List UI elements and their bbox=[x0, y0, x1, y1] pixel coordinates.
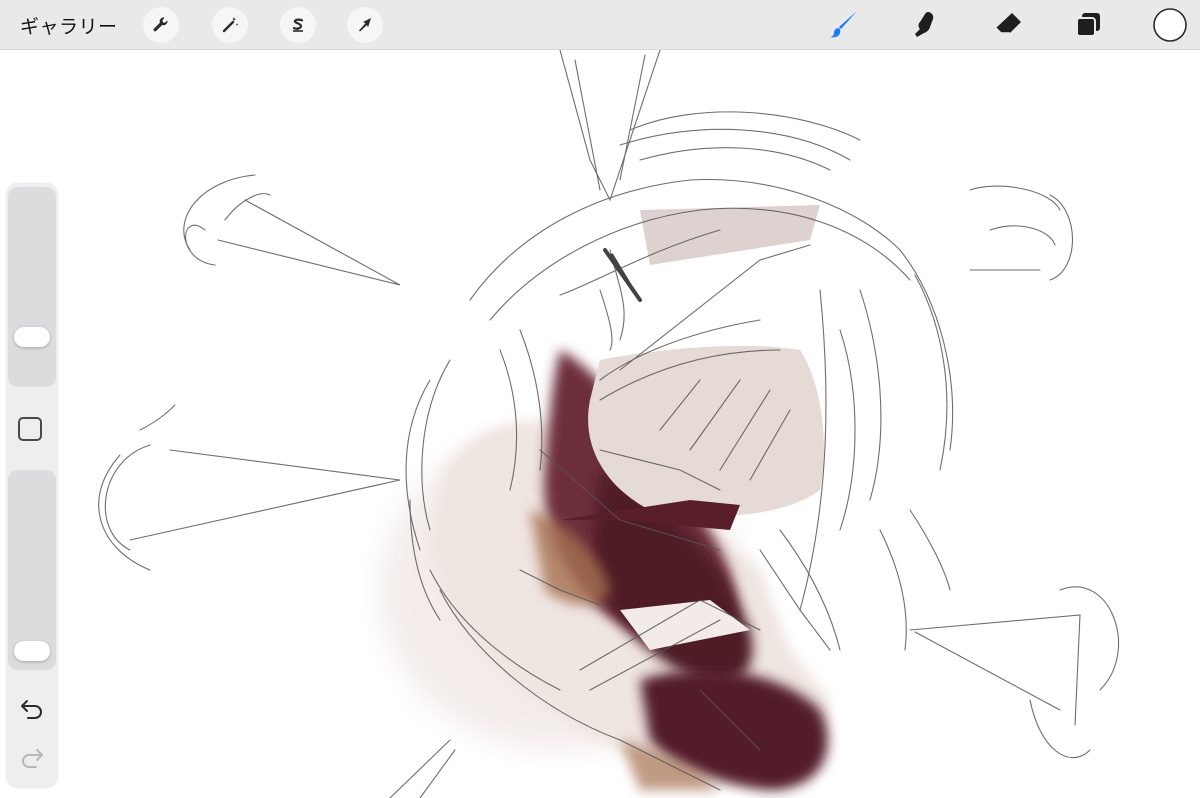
selection-button[interactable] bbox=[280, 7, 316, 43]
color-swatch-icon bbox=[1153, 8, 1187, 42]
selection-s-icon bbox=[292, 18, 304, 32]
undo-arrow-icon bbox=[21, 700, 42, 719]
smudge-tool-button[interactable] bbox=[908, 7, 944, 43]
gallery-button[interactable]: ギャラリー bbox=[20, 12, 118, 39]
opacity-slider[interactable] bbox=[8, 470, 56, 670]
arrow-cursor-icon bbox=[359, 18, 371, 32]
smudge-finger-icon bbox=[915, 12, 934, 37]
brush-tool-button[interactable] bbox=[826, 7, 862, 43]
eraser-tool-button[interactable] bbox=[990, 7, 1026, 43]
redo-button[interactable] bbox=[18, 746, 46, 770]
layers-icon bbox=[1076, 13, 1100, 37]
left-sidebar bbox=[6, 183, 58, 788]
modify-button[interactable] bbox=[18, 417, 42, 441]
top-toolbar: ギャラリー bbox=[0, 0, 1200, 50]
transform-button[interactable] bbox=[347, 7, 383, 43]
layers-button[interactable] bbox=[1071, 7, 1107, 43]
undo-button[interactable] bbox=[18, 697, 46, 721]
brush-size-thumb[interactable] bbox=[14, 327, 50, 348]
brush-icon bbox=[830, 11, 857, 38]
magic-wand-icon bbox=[222, 17, 239, 33]
drawing-canvas[interactable] bbox=[0, 50, 1200, 798]
opacity-thumb[interactable] bbox=[14, 641, 50, 661]
eraser-icon bbox=[995, 13, 1021, 34]
actions-button[interactable] bbox=[143, 7, 179, 43]
redo-arrow-icon bbox=[22, 749, 43, 768]
wrench-icon bbox=[153, 17, 168, 32]
color-button[interactable] bbox=[1152, 7, 1188, 43]
adjustments-button[interactable] bbox=[212, 7, 248, 43]
brush-size-slider[interactable] bbox=[8, 187, 56, 387]
